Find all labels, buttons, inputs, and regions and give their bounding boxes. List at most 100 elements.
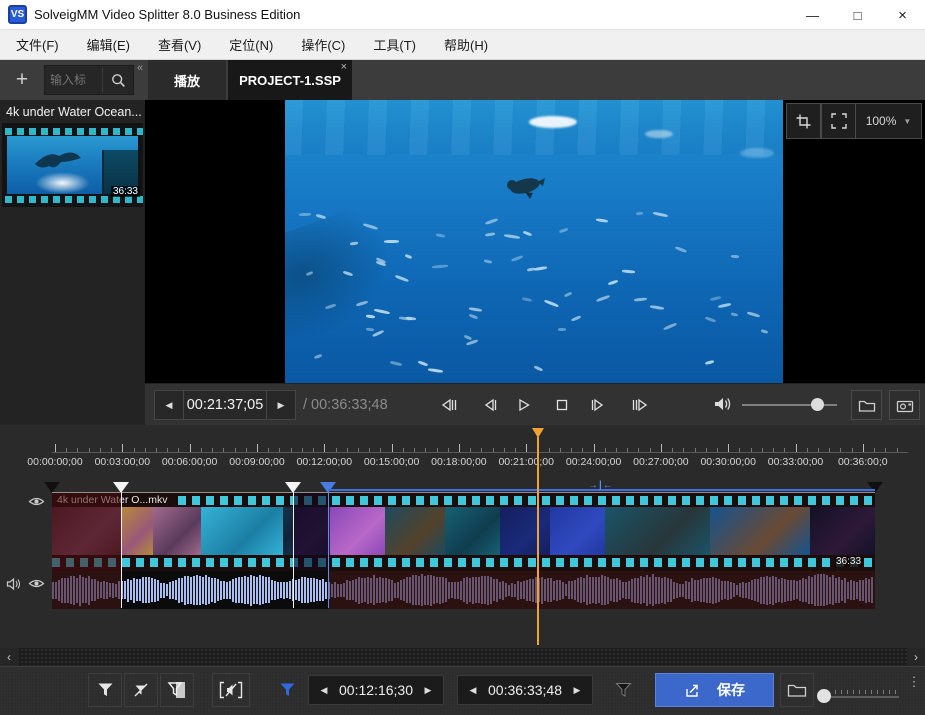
- ruler-tick: [324, 444, 325, 452]
- waveform-bar: [172, 581, 174, 599]
- search-group: [44, 65, 134, 95]
- fish: [622, 269, 635, 273]
- snapshot-button[interactable]: [889, 390, 920, 420]
- begin-time-forward-button[interactable]: ▶: [413, 685, 443, 696]
- zoom-slider-knob[interactable]: [817, 689, 831, 703]
- frame-forward-button[interactable]: [584, 392, 612, 418]
- remove-marker-button[interactable]: [124, 673, 158, 707]
- filmstrip-segment: [201, 507, 283, 555]
- filmstrip-segment: [445, 507, 500, 555]
- menu-item-tools[interactable]: 工具(T): [359, 30, 430, 59]
- add-marker-button[interactable]: [88, 673, 122, 707]
- ruler-tick: [190, 444, 191, 452]
- stop-button[interactable]: [548, 392, 576, 418]
- menu-item-operations[interactable]: 操作(C): [287, 30, 359, 59]
- keyframe-back-button[interactable]: [434, 392, 462, 418]
- tab-play[interactable]: 播放: [148, 60, 226, 100]
- waveform-bar: [322, 579, 324, 601]
- ruler-tick: [268, 448, 269, 452]
- begin-time-back-button[interactable]: ◀: [309, 685, 339, 696]
- fish: [705, 316, 716, 322]
- cut-region-overlay: [293, 493, 328, 571]
- volume-slider-knob[interactable]: [811, 398, 824, 411]
- end-time-forward-button[interactable]: ▶: [562, 685, 592, 696]
- search-button[interactable]: [102, 66, 133, 94]
- media-item-thumbnail[interactable]: 36:33: [2, 123, 143, 207]
- playhead-line[interactable]: [537, 437, 539, 645]
- audio-track-mute-toggle[interactable]: [6, 577, 22, 591]
- add-media-button[interactable]: +: [6, 64, 38, 96]
- video-track[interactable]: 4k under Water O...mkv 36:33: [52, 493, 875, 571]
- fish: [523, 230, 532, 236]
- fullscreen-button[interactable]: [821, 103, 856, 139]
- zoom-level-dropdown[interactable]: 100% ▼: [856, 103, 922, 139]
- menu-item-help[interactable]: 帮助(H): [430, 30, 502, 59]
- current-time-display[interactable]: 00:21:37;05: [183, 391, 267, 419]
- fragment-filter-button[interactable]: [606, 673, 640, 707]
- fish: [559, 228, 568, 233]
- play-button[interactable]: [510, 392, 538, 418]
- begin-time-field[interactable]: ◀ 00:12:16;30 ▶: [308, 675, 444, 705]
- collapse-panel-icon[interactable]: «: [137, 62, 143, 74]
- ruler-tick: [134, 448, 135, 452]
- close-button[interactable]: ×: [880, 0, 925, 30]
- save-button[interactable]: 保存: [655, 673, 774, 707]
- fish: [418, 360, 428, 366]
- end-time-back-button[interactable]: ◀: [458, 685, 488, 696]
- fish: [372, 330, 384, 337]
- output-folder-button[interactable]: [780, 673, 814, 707]
- menu-item-edit[interactable]: 编辑(E): [73, 30, 144, 59]
- video-frame[interactable]: [285, 100, 783, 383]
- time-back-button[interactable]: ◀: [155, 391, 183, 419]
- cut-line[interactable]: [293, 492, 294, 608]
- frame-back-button[interactable]: [475, 392, 503, 418]
- timeline-zoom-slider[interactable]: [815, 673, 903, 707]
- waveform-bar: [205, 575, 207, 605]
- audio-track[interactable]: [52, 571, 875, 609]
- minimize-button[interactable]: —: [790, 0, 835, 30]
- crop-button[interactable]: [786, 103, 821, 139]
- cut-line[interactable]: [121, 492, 122, 608]
- tab-close-icon[interactable]: ×: [341, 61, 347, 73]
- ruler-tick: [807, 448, 808, 452]
- scroll-left-button[interactable]: ‹: [0, 648, 18, 666]
- audio-track-visibility-toggle[interactable]: [28, 577, 45, 590]
- tab-project[interactable]: PROJECT-1.SSP ×: [228, 60, 352, 100]
- open-folder-button[interactable]: [851, 390, 882, 420]
- menu-item-seek[interactable]: 定位(N): [215, 30, 287, 59]
- fish: [710, 296, 721, 301]
- fish: [469, 307, 482, 312]
- ruler-tick: [796, 444, 797, 452]
- zoom-slider-tick: [895, 690, 896, 694]
- zoom-slider-track[interactable]: [819, 696, 899, 698]
- ruler-tick: [291, 448, 292, 452]
- ruler-tick: [302, 448, 303, 452]
- menu-item-view[interactable]: 查看(V): [144, 30, 215, 59]
- maximize-button[interactable]: □: [835, 0, 880, 30]
- keyframe-forward-button[interactable]: [626, 392, 654, 418]
- timeline-scrollbar[interactable]: ‹ ›: [0, 648, 925, 666]
- waveform-bar: [142, 577, 144, 603]
- more-options-button[interactable]: ⋮: [906, 677, 922, 705]
- mute-fragment-button[interactable]: [212, 673, 250, 707]
- waveform-bar: [268, 577, 270, 603]
- ruler-tick: [369, 448, 370, 452]
- timeline-clip[interactable]: 4k under Water O...mkv 36:33: [52, 492, 875, 608]
- ruler-tick-label: 00:36:00;0: [828, 456, 898, 468]
- search-input[interactable]: [45, 66, 102, 94]
- play-icon: [517, 397, 531, 413]
- invert-fragments-button[interactable]: [160, 673, 194, 707]
- time-forward-button[interactable]: ▶: [267, 391, 295, 419]
- ruler-tick: [358, 448, 359, 452]
- cut-line[interactable]: [328, 492, 329, 608]
- menu-bar: 文件(F)编辑(E)查看(V)定位(N)操作(C)工具(T)帮助(H): [0, 30, 925, 60]
- scroll-right-button[interactable]: ›: [907, 648, 925, 666]
- video-track-visibility-toggle[interactable]: [28, 495, 45, 508]
- volume-icon[interactable]: [713, 395, 733, 413]
- ruler-tick: [481, 448, 482, 452]
- end-time-field[interactable]: ◀ 00:36:33;48 ▶: [457, 675, 593, 705]
- ruler-tick: [829, 448, 830, 452]
- window-title: SolveigMM Video Splitter 8.0 Business Ed…: [34, 7, 300, 22]
- goto-marker-button[interactable]: [270, 673, 304, 707]
- menu-item-file[interactable]: 文件(F): [2, 30, 73, 59]
